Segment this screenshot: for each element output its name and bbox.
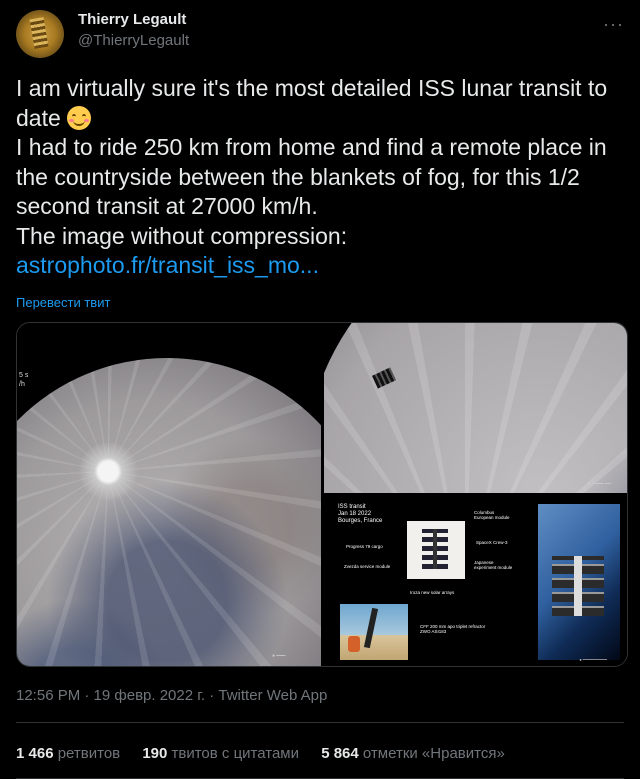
moon-closeup-rays [324,323,627,493]
smiling-face-emoji-icon [67,105,92,130]
watermark: ● ━━━━ ━━ [587,481,611,487]
media-image-iss-diagram[interactable]: ISS transit Jan 18 2022 Bourges, France … [324,496,627,666]
tweet-text-line2: I had to ride 250 km from home and find … [16,134,614,219]
tweet-timestamp-source[interactable]: 12:56 PM · 19 февр. 2022 г. · Twitter We… [16,687,327,704]
more-options-icon[interactable]: ··· [603,14,624,35]
tweet-text-line3: The image without compression: [16,222,348,249]
retweets-label: ретвитов [57,745,121,762]
quote-tweets-stat[interactable]: 190 твитов с цитатами [142,745,299,762]
iss-diagram-icon [422,529,448,569]
label-spacex: SpaceX Crew-3 [476,540,508,545]
label-zvezda: Zvezda service module [344,564,391,569]
image-edge-text: 5 s /h [19,372,29,388]
label-japanese: Japanese experiment module [474,560,513,570]
label-telescope: CFF 200 mm apo triplet refractor ZWO ASI… [420,624,486,634]
author-display-name[interactable]: Thierry Legault [78,11,186,28]
likes-label: отметки «Нравится» [362,745,505,762]
label-progress: Progress 79 cargo [346,544,383,549]
tweet-stats: 1 466 ретвитов 190 твитов с цитатами 5 8… [16,745,523,762]
avatar[interactable] [16,10,64,58]
iss-earth-image [538,504,620,660]
tweet-text: I am virtually sure it's the most detail… [16,74,616,281]
quotes-label: твитов с цитатами [171,745,300,762]
media-image-moon-closeup[interactable]: ● ━━━━ ━━ [324,323,627,493]
likes-stat[interactable]: 5 864 отметки «Нравится» [321,745,505,762]
label-columbus: Columbus European module [474,510,510,520]
divider [16,722,624,723]
person-figure [348,636,360,652]
media-image-full-moon[interactable]: 5 s /h ● ━━━ [17,323,321,666]
diagram-title: ISS transit Jan 18 2022 Bourges, France [338,504,383,524]
media-grid: 5 s /h ● ━━━ ● ━━━━ ━━ ISS transit Jan 1… [16,322,628,667]
moon-rays [17,358,321,666]
watermark: ● ━━━ [272,653,286,659]
translate-tweet-link[interactable]: Перевести твит [16,295,110,310]
author-handle[interactable]: @ThierryLegault [78,32,189,49]
tweet-text-line1: I am virtually sure it's the most detail… [16,75,614,131]
retweets-count: 1 466 [16,745,54,762]
watermark: ● ━━━━━━━━━━ [579,657,607,662]
tweet-link[interactable]: astrophoto.fr/transit_iss_mo... [16,252,319,278]
tweet-header: Thierry Legault @ThierryLegault ··· [16,10,624,58]
label-solar-arrays: Iroza new solar arrays [410,590,455,595]
retweets-stat[interactable]: 1 466 ретвитов [16,745,120,762]
quotes-count: 190 [142,745,168,762]
likes-count: 5 864 [321,745,359,762]
